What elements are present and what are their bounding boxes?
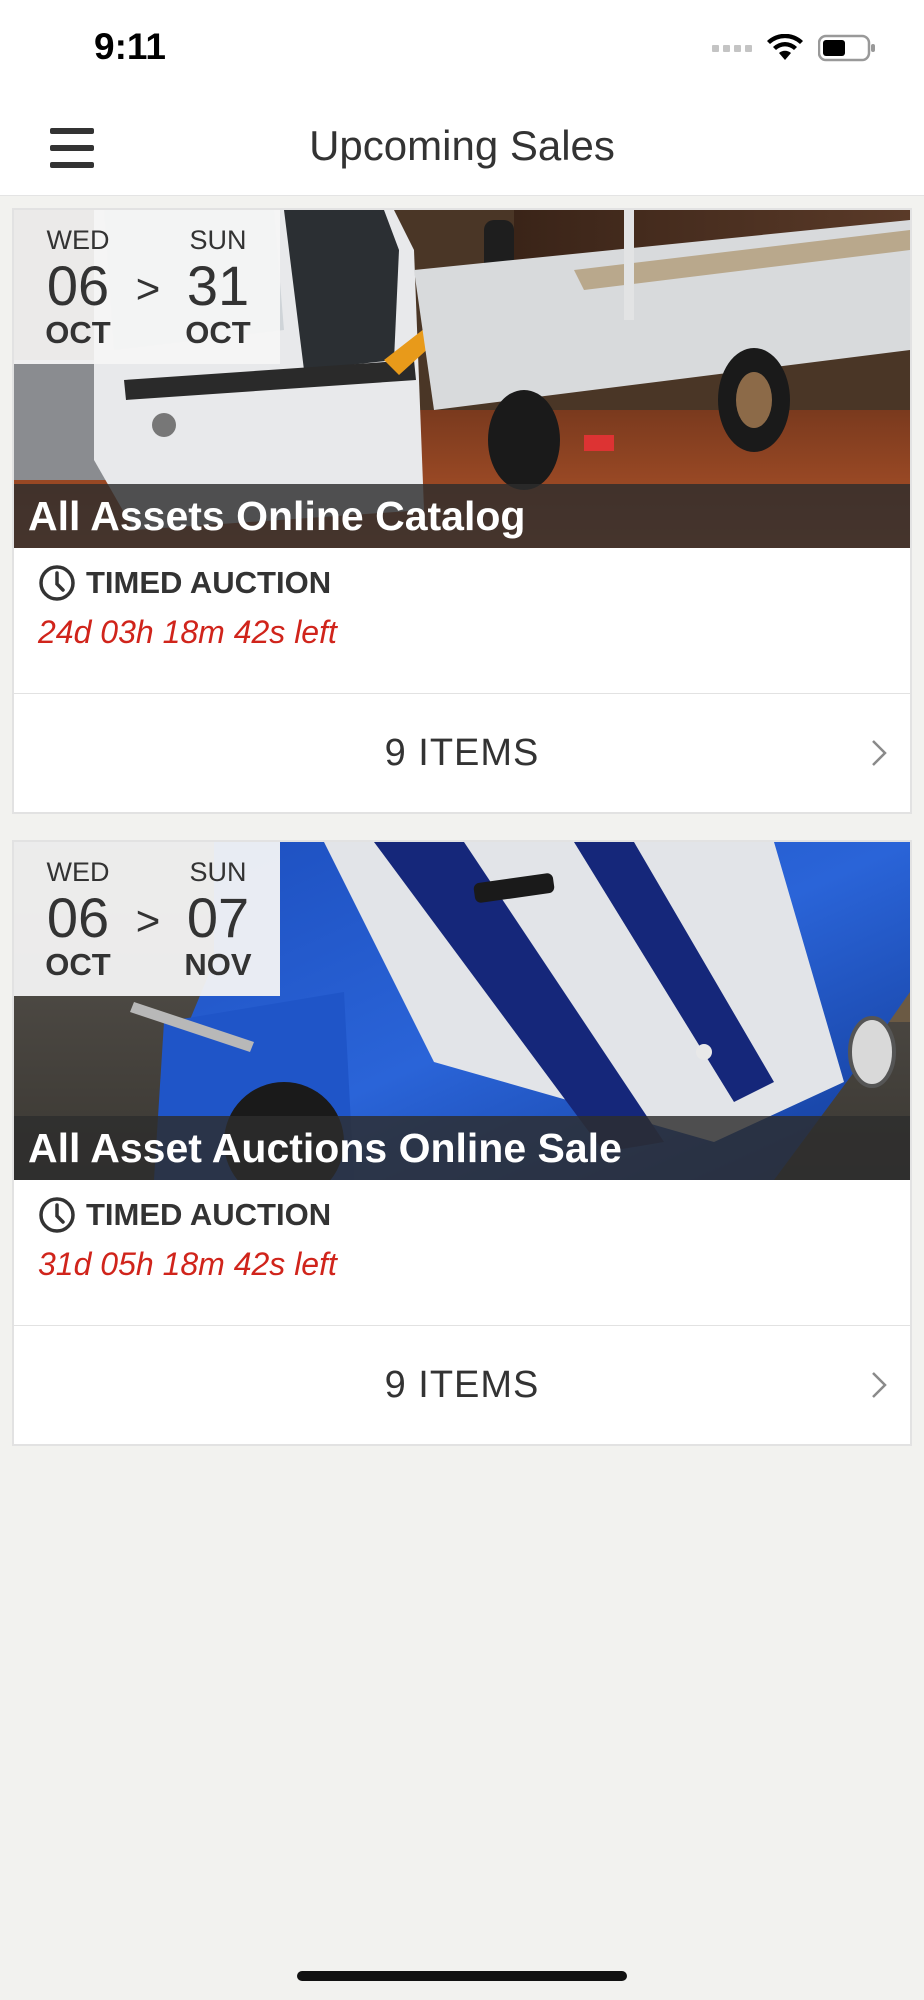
end-day: 07 [186, 886, 250, 949]
sale-image-truck[interactable]: WED 06 OCT > SUN 31 OCT All Assets Onlin… [14, 210, 910, 548]
page-title: Upcoming Sales [309, 122, 615, 169]
end-date: SUN 31 OCT [174, 224, 262, 350]
sale-info: TIMED AUCTION 24d 03h 18m 42s left [14, 548, 910, 694]
sale-title[interactable]: All Asset Auctions Online Sale [28, 1125, 622, 1172]
clock-icon [39, 565, 75, 601]
sale-info: TIMED AUCTION 31d 05h 18m 42s left [14, 1180, 910, 1326]
end-month: OCT [185, 315, 251, 350]
start-month: OCT [45, 947, 111, 982]
end-day-of-week: SUN [189, 225, 247, 255]
sale-date-range: WED 06 OCT > SUN 31 OCT [14, 210, 280, 364]
sale-title[interactable]: All Assets Online Catalog [28, 493, 525, 540]
start-date: WED 06 OCT [34, 224, 122, 350]
start-date: WED 06 OCT [34, 856, 122, 982]
status-time: 9:11 [94, 26, 167, 67]
start-day-of-week: WED [46, 857, 110, 887]
sale-card[interactable]: WED 06 OCT > SUN 31 OCT All Assets Onlin… [12, 208, 912, 814]
start-month: OCT [45, 315, 111, 350]
cellular-signal-icon [712, 44, 752, 52]
start-day: 06 [46, 254, 110, 317]
end-day-of-week: SUN [189, 857, 247, 887]
sale-date-range: WED 06 OCT > SUN 07 NOV [14, 842, 280, 996]
end-date: SUN 07 NOV [174, 856, 262, 982]
nav-bar: Upcoming Sales [0, 100, 924, 196]
start-day: 06 [46, 886, 110, 949]
time-left: 24d 03h 18m 42s left [38, 614, 337, 650]
items-row[interactable]: 9 ITEMS [14, 694, 910, 812]
battery-icon [818, 34, 875, 62]
auction-type: TIMED AUCTION [38, 564, 910, 602]
sale-title-bar: All Assets Online Catalog [14, 484, 910, 548]
home-indicator[interactable] [297, 1971, 627, 1981]
auction-type-label: TIMED AUCTION [86, 565, 332, 600]
chevron-right-icon [872, 740, 887, 766]
status-icons [712, 34, 876, 62]
end-month: NOV [184, 947, 252, 982]
time-left: 31d 05h 18m 42s left [38, 1246, 337, 1282]
status-bar: 9:11 [0, 0, 924, 100]
sale-image-roadster[interactable]: WED 06 OCT > SUN 07 NOV All Asset Auctio… [14, 842, 910, 1180]
auction-type-label: TIMED AUCTION [86, 1197, 332, 1232]
start-day-of-week: WED [46, 225, 110, 255]
auction-type: TIMED AUCTION [38, 1196, 910, 1234]
date-separator: > [135, 265, 161, 312]
end-day: 31 [186, 254, 250, 317]
items-count: 9 ITEMS [384, 731, 540, 774]
chevron-right-icon [872, 1372, 887, 1398]
date-separator: > [135, 897, 161, 944]
sale-card[interactable]: WED 06 OCT > SUN 07 NOV All Asset Auctio… [12, 840, 912, 1446]
clock-icon [39, 1197, 75, 1233]
items-count: 9 ITEMS [384, 1363, 540, 1406]
wifi-icon [767, 34, 803, 60]
items-row[interactable]: 9 ITEMS [14, 1326, 910, 1444]
sale-title-bar: All Asset Auctions Online Sale [14, 1116, 910, 1180]
